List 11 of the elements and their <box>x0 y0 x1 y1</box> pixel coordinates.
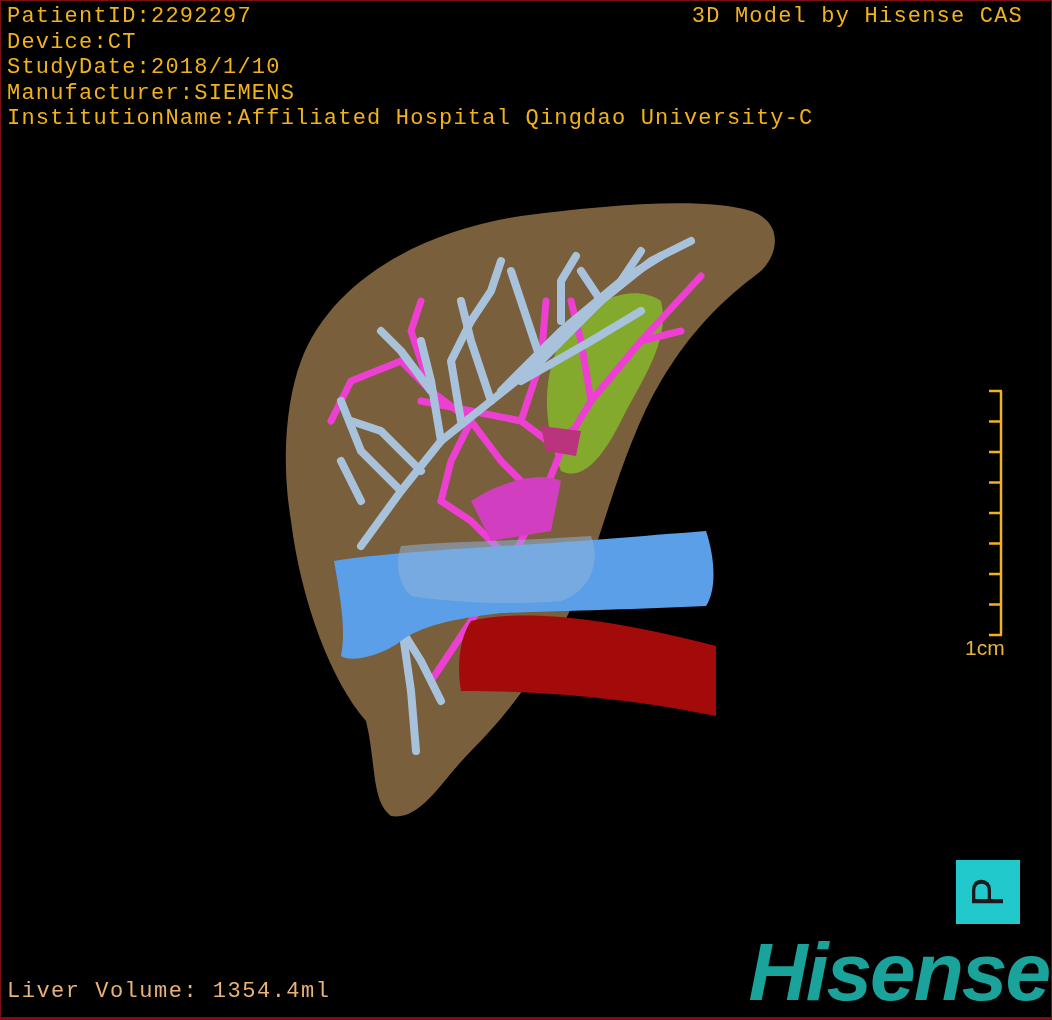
scale-bar-icon <box>987 389 1004 637</box>
study-info-line: Device:CT <box>7 29 137 55</box>
orientation-marker: P <box>956 860 1020 924</box>
scale-label: 1cm <box>965 637 1005 659</box>
viewer-title: 3D Model by Hisense CAS <box>691 4 1023 30</box>
study-info-line: InstitutionName:Affiliated Hospital Qingdao University-C <box>7 106 814 132</box>
liver-volume-label: Liver Volume: 1354.4ml <box>7 979 331 1005</box>
study-info-line: Manufacturer:SIEMENS <box>7 80 296 106</box>
study-info-line: StudyDate:2018/1/10 <box>7 55 281 81</box>
brand-logo: Hisense <box>748 933 1049 1011</box>
study-info-line: PatientID:2292297 <box>7 4 252 30</box>
